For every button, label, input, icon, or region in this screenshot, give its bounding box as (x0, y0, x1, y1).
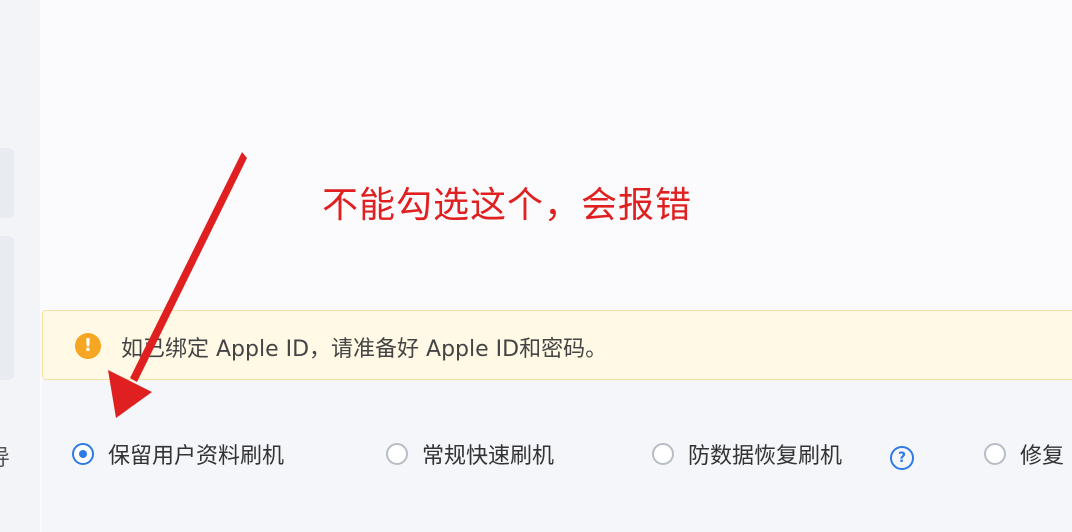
radio-button[interactable] (984, 443, 1006, 465)
radio-button[interactable] (652, 443, 674, 465)
notice-text: 如已绑定 Apple ID，请准备好 Apple ID和密码。 (121, 337, 608, 362)
radio-button-selected[interactable] (72, 443, 94, 465)
sidebar-panel (0, 148, 14, 218)
flash-mode-options: 保留用户资料刷机 常规快速刷机 防数据恢复刷机 ? 修复 (42, 380, 1072, 532)
option-label: 防数据恢复刷机 (688, 444, 843, 469)
apple-id-notice: ! 如已绑定 Apple ID，请准备好 Apple ID和密码。 (42, 310, 1072, 380)
option-label: 修复 (1020, 444, 1065, 469)
sidebar-cut-label: 导 (0, 440, 10, 472)
help-icon[interactable]: ? (890, 446, 914, 470)
option-repair[interactable]: 修复 (984, 438, 1064, 470)
option-quick-flash[interactable]: 常规快速刷机 (386, 438, 554, 470)
radio-button[interactable] (386, 443, 408, 465)
annotation-text: 不能勾选这个，会报错 (322, 185, 693, 226)
warning-icon: ! (75, 333, 101, 359)
sidebar-panel (0, 236, 14, 380)
option-label: 常规快速刷机 (422, 444, 555, 469)
option-label: 保留用户资料刷机 (108, 444, 285, 469)
option-keep-data[interactable]: 保留用户资料刷机 (72, 438, 284, 470)
left-sidebar: 导 (0, 0, 40, 532)
option-anti-recovery[interactable]: 防数据恢复刷机 (652, 438, 842, 470)
